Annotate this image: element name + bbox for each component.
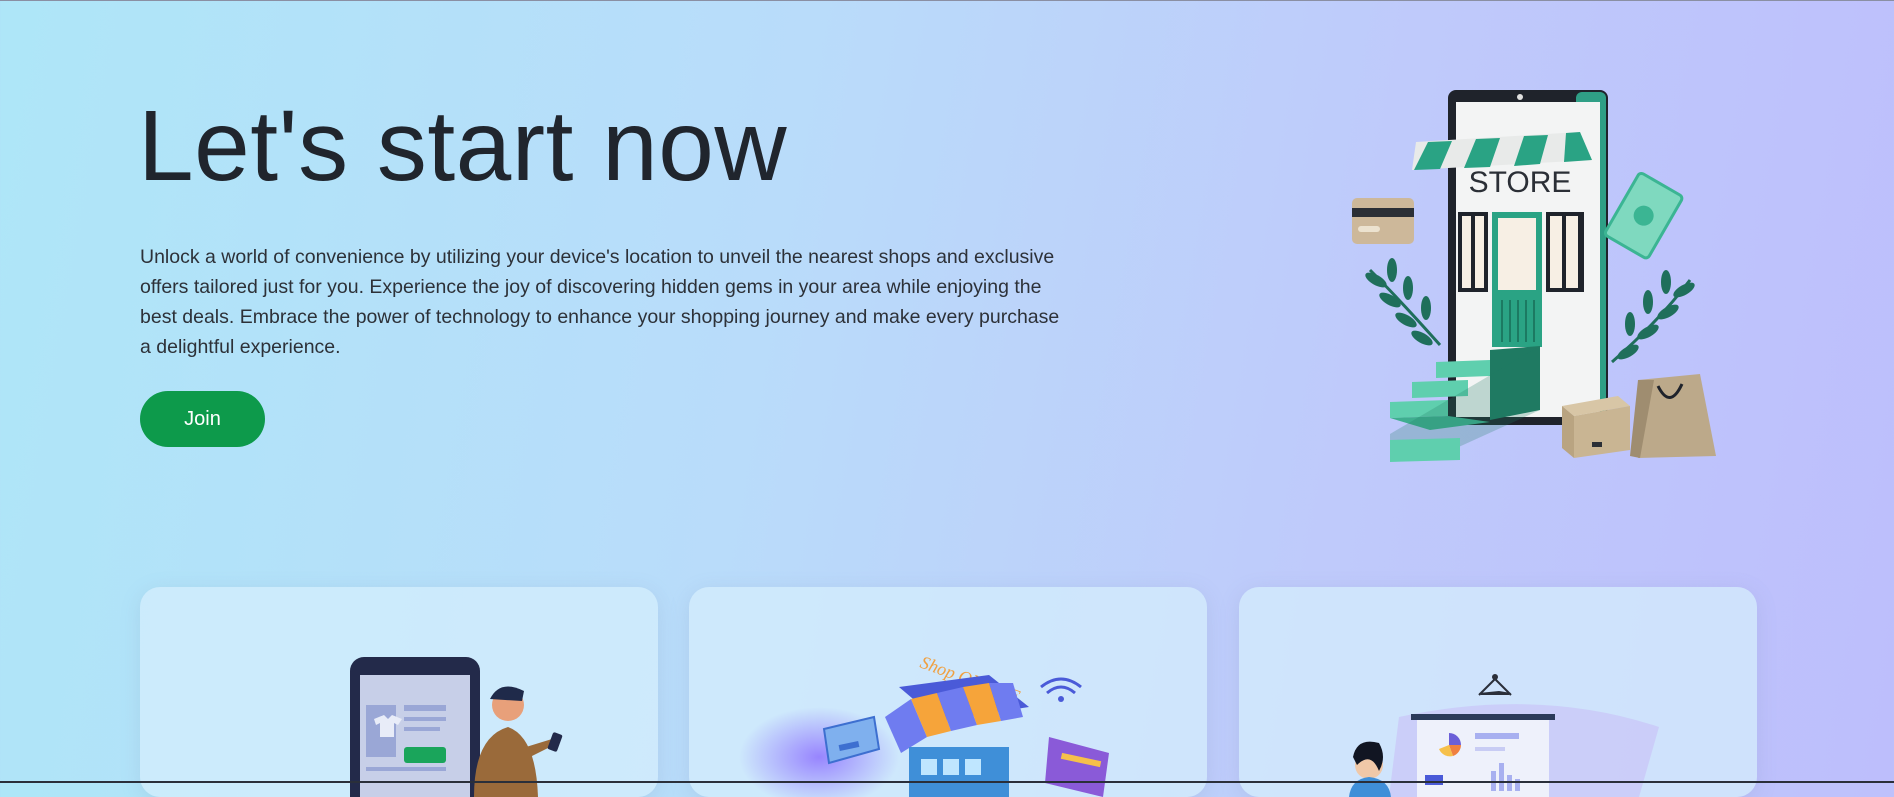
- analytics-presentation-illustration: [1349, 674, 1659, 797]
- store-sign: STORE: [1469, 166, 1572, 199]
- shop-online-illustration: Shop ONLINE: [739, 652, 1109, 797]
- mobile-shopping-illustration: [350, 657, 563, 797]
- store-phone-illustration: STORE: [1352, 90, 1716, 462]
- feature-card-shop-online[interactable]: Shop ONLINE: [689, 587, 1207, 797]
- feature-card-analytics[interactable]: [1239, 587, 1757, 797]
- page-title: Let's start now: [138, 90, 788, 202]
- top-border: [0, 0, 1894, 1]
- hero-description: Unlock a world of convenience by utilizi…: [140, 246, 1060, 358]
- feature-card-mobile-shopping[interactable]: [140, 587, 658, 797]
- join-button[interactable]: Join: [140, 391, 265, 447]
